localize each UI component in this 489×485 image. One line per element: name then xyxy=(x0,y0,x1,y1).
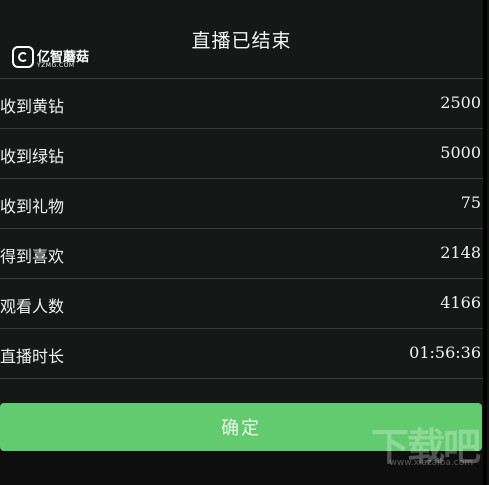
stats-list: 收到黄钻 2500 收到绿钻 5000 收到礼物 75 得到喜欢 2148 观看… xyxy=(0,78,483,379)
logo-icon xyxy=(12,46,34,68)
stat-value: 5000 xyxy=(440,143,481,162)
stat-label: 直播时长 xyxy=(0,347,65,366)
stat-label: 收到绿钻 xyxy=(0,147,65,166)
stat-value: 75 xyxy=(460,193,481,212)
stat-label: 得到喜欢 xyxy=(0,247,65,266)
logo-domain: YZMG.COM xyxy=(37,62,75,69)
watermark-url: www.xiazaiba.com xyxy=(389,458,473,468)
stat-row-gifts: 收到礼物 75 xyxy=(0,178,483,228)
stat-row-likes: 得到喜欢 2148 xyxy=(0,228,483,278)
stat-label: 收到黄钻 xyxy=(0,97,65,116)
stat-value: 01:56:36 xyxy=(409,343,481,362)
stat-value: 2148 xyxy=(440,243,481,262)
stat-row-green-diamonds: 收到绿钻 5000 xyxy=(0,128,483,178)
stat-label: 观看人数 xyxy=(0,297,65,316)
stat-row-yellow-diamonds: 收到黄钻 2500 xyxy=(0,78,483,128)
stat-row-duration: 直播时长 01:56:36 xyxy=(0,328,483,379)
stat-value: 2500 xyxy=(440,93,481,112)
live-ended-dialog: 直播已结束 亿智蘑菇 YZMG.COM 收到黄钻 2500 收到绿钻 5000 … xyxy=(0,0,487,485)
stat-value: 4166 xyxy=(440,293,481,312)
stat-row-viewers: 观看人数 4166 xyxy=(0,278,483,328)
brand-logo: 亿智蘑菇 YZMG.COM xyxy=(12,46,92,70)
stat-label: 收到礼物 xyxy=(0,197,65,216)
